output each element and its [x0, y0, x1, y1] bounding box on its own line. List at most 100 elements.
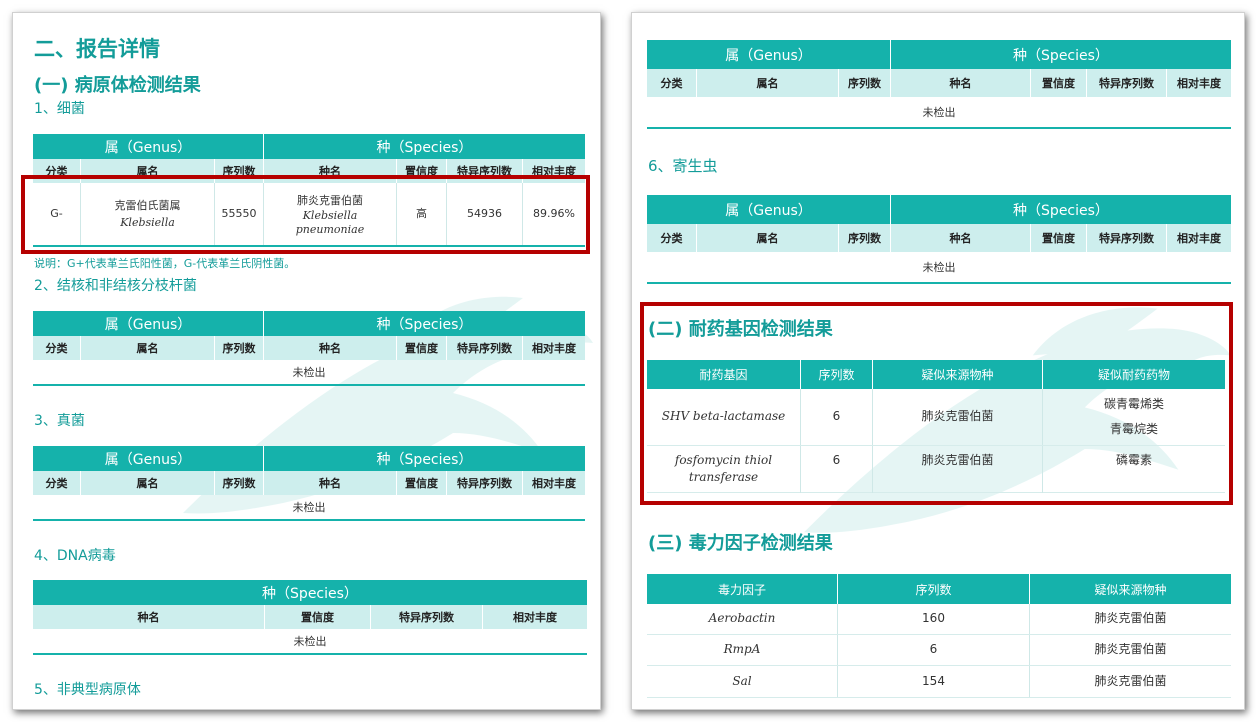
table-row: fosfomycin thiol transferase 6 肺炎克雷伯菌 磷霉…: [647, 446, 1225, 493]
col-species-name: 种名: [264, 159, 397, 183]
col-genus-name: 属名: [697, 69, 839, 97]
col-abundance: 相对丰度: [523, 336, 585, 360]
col-abundance: 相对丰度: [483, 605, 587, 629]
col-virulence-factor: 毒力因子: [647, 574, 838, 604]
col-genus-name: 属名: [697, 224, 839, 252]
continued-table: 属（Genus） 种（Species） 分类 属名 序列数 种名 置信度 特异序…: [647, 40, 1231, 129]
cell-conf: 高: [397, 183, 447, 245]
report-title: 二、报告详情: [34, 37, 160, 61]
col-abundance: 相对丰度: [523, 159, 585, 183]
col-seq: 序列数: [215, 159, 264, 183]
col-class: 分类: [647, 224, 697, 252]
not-detected-text: 未检出: [292, 366, 326, 379]
table-row: Sal 154 肺炎克雷伯菌: [647, 666, 1231, 698]
cell-factor: Sal: [647, 666, 838, 697]
col-seq: 序列数: [839, 69, 891, 97]
cell-class: G-: [33, 183, 81, 245]
col-resistance-drug: 疑似耐药药物: [1043, 360, 1225, 389]
parasite-table: 属（Genus） 种（Species） 分类 属名 序列数 种名 置信度 特异序…: [647, 195, 1231, 284]
subsection-fungi-title: 3、真菌: [34, 413, 85, 429]
cell-seq: 6: [801, 446, 873, 493]
table-row: G- 克雷伯氏菌属 Klebsiella 55550 肺炎克雷伯菌 Klebsi…: [33, 183, 585, 247]
cell-drug: 碳青霉烯类: [1103, 396, 1164, 411]
not-detected-text: 未检出: [922, 106, 956, 119]
fungi-table: 属（Genus） 种（Species） 分类 属名 序列数 种名 置信度 特异序…: [33, 446, 585, 521]
cell-seq: 6: [838, 635, 1030, 665]
dna-virus-table: 种（Species） 种名 置信度 特异序列数 相对丰度 未检出: [33, 580, 587, 655]
resistance-table: 耐药基因 序列数 疑似来源物种 疑似耐药药物 SHV beta-lactamas…: [647, 360, 1225, 493]
col-specific: 特异序列数: [371, 605, 483, 629]
genus-header: 属（Genus）: [33, 134, 264, 159]
col-resistance-seq: 序列数: [801, 360, 873, 389]
col-specific: 特异序列数: [447, 159, 523, 183]
cell-source: 肺炎克雷伯菌: [873, 389, 1043, 445]
cell-drug: 青霉烷类: [1109, 422, 1158, 436]
table-row: RmpA 6 肺炎克雷伯菌: [647, 635, 1231, 666]
col-abundance: 相对丰度: [1167, 224, 1231, 252]
species-header: 种（Species）: [264, 446, 585, 471]
subsection-bacteria-title: 1、细菌: [34, 101, 85, 117]
col-class: 分类: [647, 69, 697, 97]
virulence-table: 毒力因子 序列数 疑似来源物种 Aerobactin 160 肺炎克雷伯菌 Rm…: [647, 574, 1231, 698]
cell-gene: SHV beta-lactamase: [647, 389, 801, 445]
cell-source: 肺炎克雷伯菌: [873, 446, 1043, 493]
col-specific: 特异序列数: [1087, 224, 1167, 252]
col-genus-name: 属名: [81, 336, 215, 360]
cell-source: 肺炎克雷伯菌: [1094, 673, 1167, 688]
col-species-name: 种名: [264, 471, 397, 495]
col-virulence-seq: 序列数: [838, 574, 1030, 604]
species-header: 种（Species）: [264, 311, 585, 336]
cell-species-cn: 肺炎克雷伯菌: [297, 194, 363, 208]
cell-drug: 磷霉素: [1115, 453, 1152, 467]
col-species-name: 种名: [891, 69, 1031, 97]
col-class: 分类: [33, 159, 81, 183]
col-conf: 置信度: [397, 159, 447, 183]
col-resistance-source: 疑似来源物种: [873, 360, 1043, 389]
cell-seq: 160: [838, 604, 1030, 634]
cell-gene: fosfomycin thiol transferase: [647, 446, 801, 493]
col-class: 分类: [33, 336, 81, 360]
col-conf: 置信度: [265, 605, 371, 629]
col-resistance-gene: 耐药基因: [647, 360, 801, 389]
cell-genus-cn: 克雷伯氏菌属: [114, 198, 181, 212]
section-resistance-title: (二) 耐药基因检测结果: [648, 319, 833, 340]
subsection-parasite-title: 6、寄生虫: [648, 157, 718, 175]
col-genus-name: 属名: [81, 159, 215, 183]
report-page-right: 属（Genus） 种（Species） 分类 属名 序列数 种名 置信度 特异序…: [631, 12, 1245, 710]
col-species-name: 种名: [264, 336, 397, 360]
cell-factor: RmpA: [647, 635, 838, 665]
subsection-atypical-title: 5、非典型病原体: [34, 682, 141, 698]
col-specific: 特异序列数: [447, 471, 523, 495]
not-detected-text: 未检出: [293, 635, 327, 648]
section-pathogen-title: (一) 病原体检测结果: [34, 75, 201, 96]
cell-species-latin: Klebsiella pneumoniae: [295, 209, 365, 236]
subsection-dna-virus-title: 4、DNA病毒: [34, 548, 116, 564]
table-row: SHV beta-lactamase 6 肺炎克雷伯菌 碳青霉烯类 青霉烷类: [647, 389, 1225, 446]
genus-header: 属（Genus）: [33, 311, 264, 336]
species-header: 种（Species）: [264, 134, 585, 159]
col-class: 分类: [33, 471, 81, 495]
cell-abundance: 89.96%: [533, 207, 575, 221]
col-seq: 序列数: [215, 336, 264, 360]
cell-factor: Aerobactin: [647, 604, 838, 634]
col-species-name: 种名: [891, 224, 1031, 252]
cell-source: 肺炎克雷伯菌: [1094, 611, 1167, 626]
species-header: 种（Species）: [33, 580, 587, 605]
col-species-name: 种名: [33, 605, 265, 629]
cell-seq: 154: [838, 666, 1030, 697]
col-seq: 序列数: [839, 224, 891, 252]
table-row: Aerobactin 160 肺炎克雷伯菌: [647, 604, 1231, 635]
col-conf: 置信度: [1031, 69, 1087, 97]
cell-genus-latin: Klebsiella: [120, 216, 175, 229]
col-abundance: 相对丰度: [523, 471, 585, 495]
cell-seq: 6: [801, 389, 873, 445]
col-seq: 序列数: [215, 471, 264, 495]
not-detected-text: 未检出: [292, 501, 326, 514]
bacteria-table: 属（Genus） 种（Species） 分类 属名 序列数 种名 置信度 特异序…: [33, 134, 585, 247]
col-genus-name: 属名: [81, 471, 215, 495]
species-header: 种（Species）: [891, 195, 1231, 224]
species-header: 种（Species）: [891, 40, 1231, 69]
genus-header: 属（Genus）: [647, 40, 891, 69]
cell-specific: 54936: [447, 183, 523, 245]
report-page-left: 二、报告详情 (一) 病原体检测结果 1、细菌 属（Genus） 种（Speci…: [12, 12, 601, 710]
